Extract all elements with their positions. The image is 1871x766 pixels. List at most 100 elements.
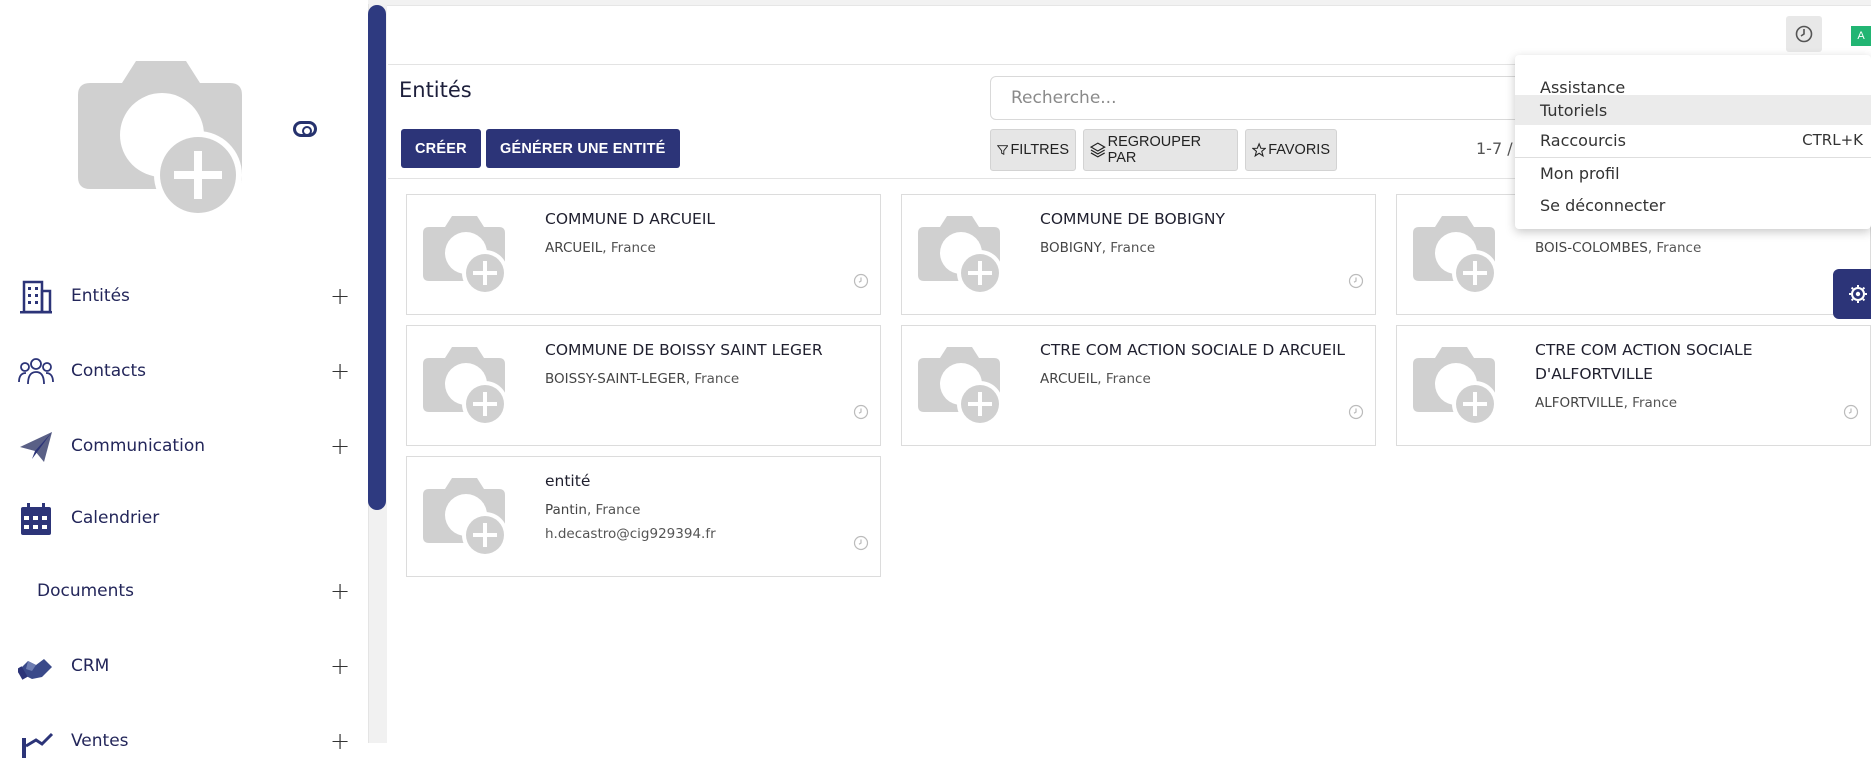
entity-country: , France: [1647, 240, 1702, 256]
entity-country: , France: [1623, 395, 1678, 411]
company-logo-placeholder[interactable]: [70, 55, 250, 220]
sidebar-item-crm[interactable]: CRM +: [0, 641, 360, 691]
entity-location: BOISSY-SAINT-LEGER, France: [545, 371, 739, 387]
generate-entity-button[interactable]: GÉNÉRER UNE ENTITÉ: [486, 129, 680, 168]
filters-label: FILTRES: [1010, 142, 1069, 158]
entity-name: entité: [545, 472, 591, 490]
entity-image: [419, 213, 513, 297]
menu-item-tutoriels[interactable]: Tutoriels: [1515, 95, 1871, 125]
building-icon: [20, 280, 52, 314]
sidebar-item-contacts[interactable]: Contacts +: [0, 346, 360, 396]
group-by-button[interactable]: REGROUPER PAR: [1083, 129, 1238, 171]
entity-country: , France: [685, 371, 740, 387]
clock-icon[interactable]: [853, 535, 869, 551]
entity-city: BOBIGNY: [1040, 240, 1102, 256]
entity-card[interactable]: COMMUNE D ARCUEIL ARCUEIL, France: [406, 194, 881, 315]
entity-card[interactable]: CTRE COM ACTION SOCIALE D'ALFORTVILLE ALF…: [1396, 325, 1871, 446]
entity-location: ALFORTVILLE, France: [1535, 395, 1677, 411]
clock-icon[interactable]: [1843, 404, 1859, 420]
create-button[interactable]: CRÉER: [401, 129, 481, 168]
entity-city: ALFORTVILLE: [1535, 395, 1624, 411]
entity-city: BOISSY-SAINT-LEGER: [545, 371, 686, 387]
favorites-button[interactable]: FAVORIS: [1245, 129, 1337, 171]
add-entite-button[interactable]: +: [330, 284, 350, 308]
add-vente-button[interactable]: +: [330, 729, 350, 753]
avatar[interactable]: A: [1851, 26, 1871, 46]
menu-item-label: Tutoriels: [1540, 100, 1608, 120]
entity-location: ARCUEIL, France: [545, 240, 656, 256]
settings-tab[interactable]: [1833, 269, 1871, 319]
camera-add-icon: [1413, 347, 1498, 427]
sidebar-item-communication[interactable]: Communication +: [0, 421, 360, 471]
camera-add-icon: [423, 478, 508, 558]
people-icon: [18, 358, 54, 385]
entity-email: h.decastro@cig929394.fr: [545, 526, 716, 542]
add-communication-button[interactable]: +: [330, 434, 350, 458]
menu-item-mon-profil[interactable]: Mon profil: [1515, 158, 1871, 188]
search-input[interactable]: [990, 76, 1530, 120]
entity-city: ARCUEIL: [545, 240, 603, 256]
entity-image: [914, 213, 1008, 297]
clock-icon: [1795, 25, 1813, 43]
clock-icon[interactable]: [1348, 273, 1364, 289]
calendar-icon: [21, 503, 51, 535]
entity-name: CTRE COM ACTION SOCIALE D ARCUEIL: [1040, 341, 1346, 359]
group-by-label: REGROUPER PAR: [1107, 134, 1202, 166]
sidebar-toggle[interactable]: [293, 121, 317, 137]
entity-name: CTRE COM ACTION SOCIALE D'ALFORTVILLE: [1535, 341, 1753, 383]
entity-city: ARCUEIL: [1040, 371, 1098, 387]
entity-card[interactable]: CTRE COM ACTION SOCIALE D ARCUEIL ARCUEIL…: [901, 325, 1376, 446]
pager-value[interactable]: 1-7 /: [1476, 139, 1513, 158]
entity-image: [419, 344, 513, 428]
clock-icon[interactable]: [1348, 404, 1364, 420]
clock-icon[interactable]: [853, 404, 869, 420]
entity-name: COMMUNE DE BOISSY SAINT LEGER: [545, 341, 823, 359]
sidebar-item-documents[interactable]: Documents +: [0, 566, 360, 616]
entity-card[interactable]: COMMUNE DE BOISSY SAINT LEGER BOISSY-SAIN…: [406, 325, 881, 446]
activity-button[interactable]: [1786, 16, 1822, 52]
sidebar-item-label: Ventes: [71, 731, 129, 751]
sidebar-item-label: Calendrier: [71, 508, 160, 528]
paper-plane-icon: [20, 432, 52, 462]
user-menu-dropdown: Assistance Tutoriels Raccourcis CTRL+K M…: [1515, 55, 1871, 229]
entity-image: [1409, 213, 1503, 297]
entity-location: Pantin, France: [545, 502, 640, 518]
sidebar-scrollbar-thumb[interactable]: [368, 5, 386, 510]
star-icon: [1252, 142, 1267, 158]
layers-icon: [1090, 142, 1106, 158]
menu-item-label: Assistance: [1540, 77, 1626, 97]
entity-name: COMMUNE D ARCUEIL: [545, 210, 716, 228]
clock-icon[interactable]: [853, 273, 869, 289]
menu-item-label: Se déconnecter: [1540, 195, 1666, 215]
entity-country: , France: [602, 240, 656, 256]
add-document-button[interactable]: +: [330, 579, 350, 603]
entity-image: [914, 344, 1008, 428]
page-title: Entités: [399, 78, 472, 102]
entity-city: Pantin: [545, 502, 587, 518]
sidebar-item-calendrier[interactable]: Calendrier: [0, 493, 360, 543]
favorites-label: FAVORIS: [1268, 142, 1330, 158]
sidebar-item-ventes[interactable]: Ventes +: [0, 716, 360, 766]
entity-location: BOIS-COLOMBES, France: [1535, 240, 1701, 256]
menu-item-logout[interactable]: Se déconnecter: [1515, 190, 1871, 220]
menu-item-label: Raccourcis: [1540, 130, 1626, 150]
camera-add-icon: [78, 61, 242, 219]
add-contact-button[interactable]: +: [330, 359, 350, 383]
menu-item-raccourcis[interactable]: Raccourcis CTRL+K: [1515, 125, 1871, 155]
entity-card[interactable]: entité Pantin, France h.decastro@cig929394…: [406, 456, 881, 577]
entity-name: COMMUNE DE BOBIGNY: [1040, 210, 1225, 228]
add-crm-button[interactable]: +: [330, 654, 350, 678]
entity-image: [1409, 344, 1503, 428]
camera-add-icon: [1413, 216, 1498, 296]
sidebar-item-entites[interactable]: Entités +: [0, 271, 360, 321]
sidebar-item-label: Documents: [37, 581, 134, 601]
sidebar-item-label: Communication: [71, 436, 205, 456]
chart-icon: [22, 732, 54, 758]
sidebar-item-label: CRM: [71, 656, 110, 676]
entity-card[interactable]: COMMUNE DE BOBIGNY BOBIGNY, France: [901, 194, 1376, 315]
filters-button[interactable]: FILTRES: [990, 129, 1076, 171]
gear-icon: [1849, 285, 1867, 303]
shortcut-hint: CTRL+K: [1802, 131, 1863, 149]
menu-item-label: Mon profil: [1540, 163, 1620, 183]
entity-country: , France: [1097, 371, 1151, 387]
